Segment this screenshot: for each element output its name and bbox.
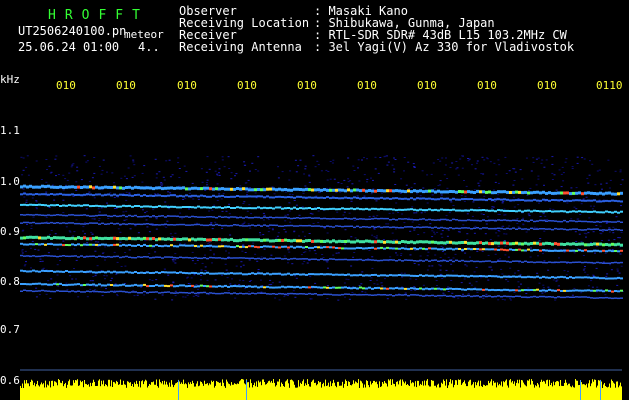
x-tick-label: 010 <box>417 79 437 92</box>
x-tick-label: 010 <box>477 79 497 92</box>
index-label: 4.. <box>138 40 160 54</box>
y-tick-label: 0.9 <box>0 225 20 238</box>
x-tick-label: 010 <box>357 79 377 92</box>
signal-band <box>20 184 623 196</box>
trace-marker <box>580 380 581 400</box>
trace-marker <box>600 380 601 400</box>
y-tick-label: 0.7 <box>0 323 20 336</box>
amplitude-trace <box>20 379 622 400</box>
x-tick-label: 010 <box>537 79 557 92</box>
trace-marker <box>246 380 247 400</box>
y-tick-label: 0.6 <box>0 374 20 387</box>
x-tick-label: 010 <box>56 79 76 92</box>
noise-field <box>20 155 624 301</box>
trace-marker <box>178 380 179 400</box>
datetime: 25.06.24 01:00 <box>18 40 120 54</box>
antenna-value: : 3el Yagi(V) Az 330 for Vladivostok <box>314 40 575 54</box>
antenna-label: Receiving Antenna <box>179 40 302 54</box>
signal-band <box>20 269 623 280</box>
x-tick-label: 010 <box>177 79 197 92</box>
y-axis-unit: kHz <box>0 73 20 86</box>
x-tick-label: 010 <box>237 79 257 92</box>
y-tick-label: 0.8 <box>0 275 20 288</box>
x-tick-label: 010 <box>297 79 317 92</box>
hrofft-screen: HROFFT UT2506240100.pn meteor 25.06.24 0… <box>0 0 629 400</box>
signal-band <box>20 254 623 264</box>
signal-band <box>20 221 623 231</box>
x-tick-label: 010 <box>116 79 136 92</box>
spectrogram <box>20 155 624 400</box>
filename: UT2506240100.pn <box>18 24 127 38</box>
signal-band <box>20 203 623 214</box>
y-tick-label: 1.1 <box>0 124 20 137</box>
signal-band <box>20 213 623 223</box>
x-tick-label: 0110 <box>596 79 623 92</box>
logo-text: HROFFT <box>48 8 149 23</box>
y-tick-label: 1.0 <box>0 175 20 188</box>
